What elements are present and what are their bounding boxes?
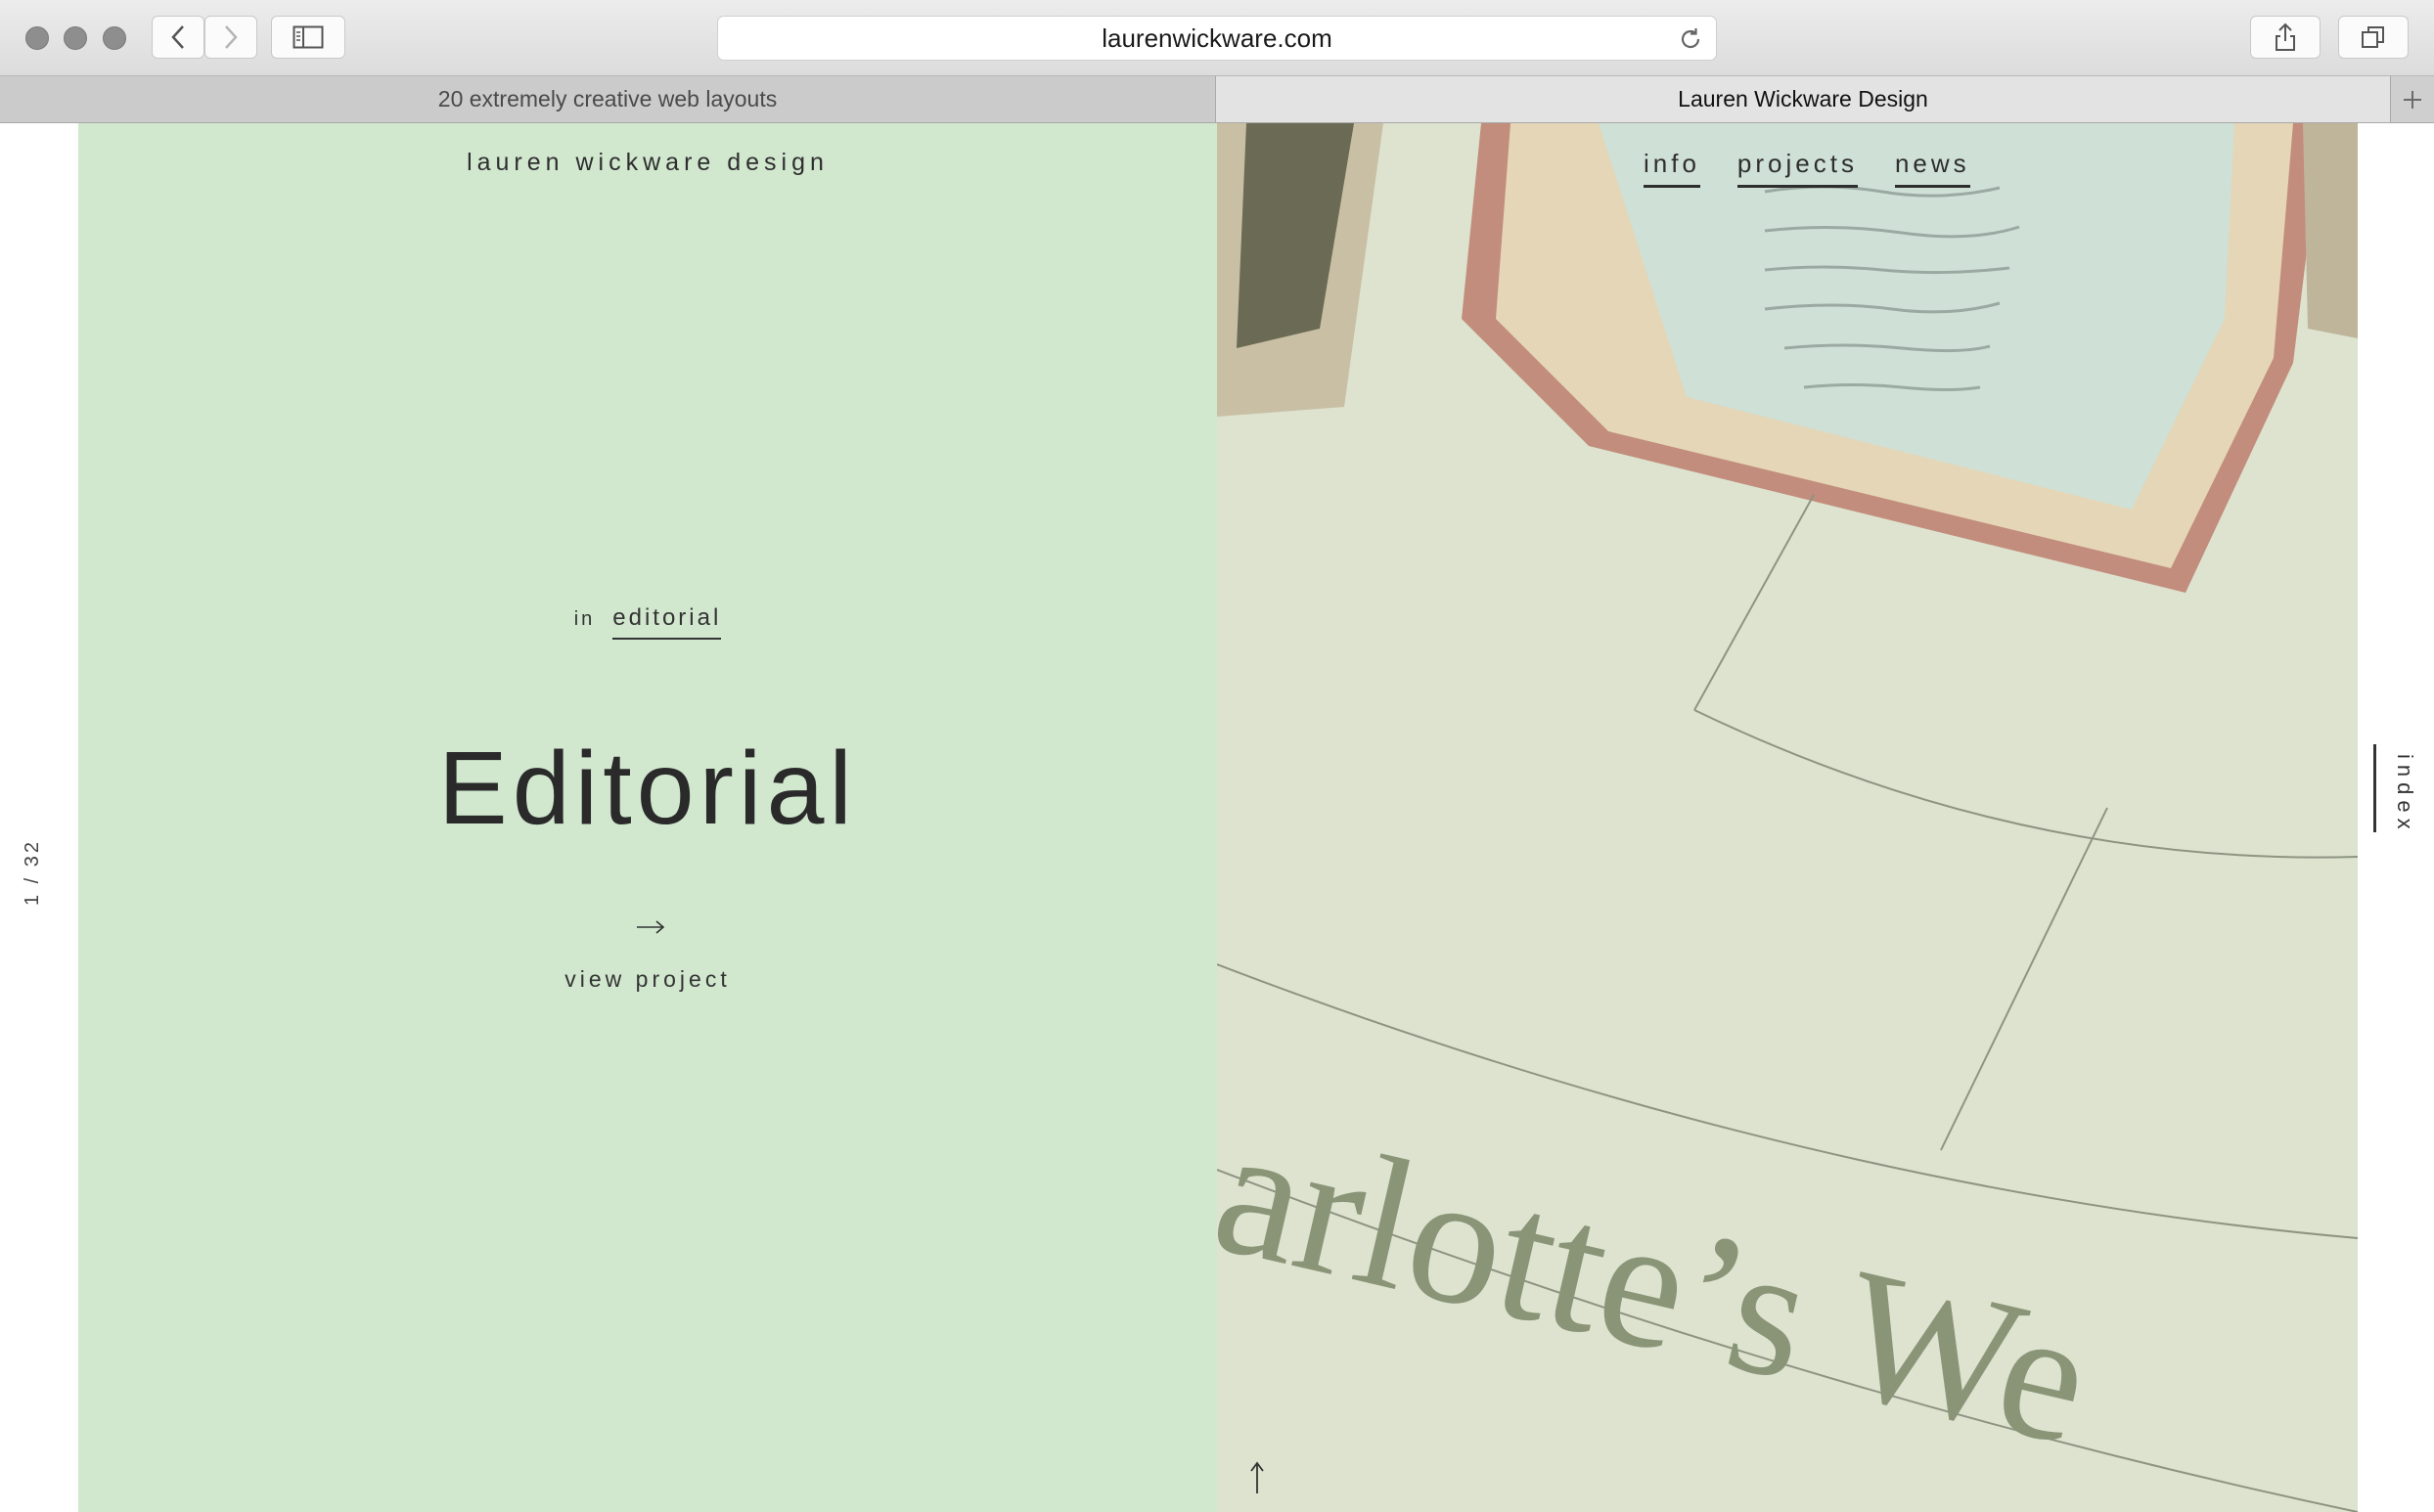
category-link[interactable]: editorial — [612, 604, 722, 640]
tab-bar: 20 extremely creative web layouts Lauren… — [0, 76, 2434, 123]
category-prefix: in — [573, 608, 596, 630]
left-gutter: 1 / 32 — [0, 123, 78, 1512]
address-bar[interactable]: laurenwickware.com — [717, 16, 1717, 61]
arrow-up-icon[interactable] — [1247, 1461, 1267, 1494]
forward-button[interactable] — [204, 16, 257, 59]
nav-projects[interactable]: projects — [1736, 149, 1858, 188]
slide-counter: 1 / 32 — [22, 730, 61, 925]
tab-creative-layouts[interactable]: 20 extremely creative web layouts — [0, 76, 1216, 122]
arrow-right-icon[interactable] — [636, 917, 665, 937]
url-text: laurenwickware.com — [1102, 22, 1332, 53]
charlottes-web-photo: arlotte’s We — [1217, 123, 2358, 1512]
project-panel: lauren wickware design in editorial Edito… — [78, 123, 1265, 1512]
new-tab-button[interactable] — [2390, 76, 2434, 122]
share-icon — [2276, 22, 2295, 51]
project-title: Editorial — [438, 731, 857, 846]
tab-overview-icon — [2362, 26, 2384, 48]
slide-counter-text: 1 / 32 — [22, 838, 43, 906]
index-label: index — [2393, 754, 2417, 835]
back-button[interactable] — [152, 16, 204, 59]
zoom-window-button[interactable] — [103, 26, 126, 50]
main-nav: info projects news — [1644, 149, 1970, 188]
sidebar-icon — [293, 25, 324, 49]
category-line: in editorial — [78, 604, 1217, 640]
tab-label: 20 extremely creative web layouts — [437, 86, 778, 111]
index-link[interactable]: index — [2373, 744, 2434, 835]
share-button[interactable] — [2250, 16, 2321, 59]
show-all-tabs-button[interactable] — [2338, 16, 2409, 59]
project-photo: arlotte’s We — [1217, 123, 2358, 1512]
chevron-right-icon — [225, 25, 238, 49]
nav-info[interactable]: info — [1644, 149, 1700, 188]
view-project-link[interactable]: view project — [78, 966, 1217, 993]
web-page: 1 / 32 lauren wickware design in editoria… — [0, 123, 2434, 1512]
browser-toolbar: laurenwickware.com — [0, 0, 2434, 76]
reload-icon[interactable] — [1677, 25, 1704, 53]
sidebar-toggle-button[interactable] — [271, 16, 345, 59]
chevron-left-icon — [171, 25, 184, 49]
site-logo[interactable]: lauren wickware design — [78, 149, 1217, 177]
close-window-button[interactable] — [25, 26, 49, 50]
minimize-window-button[interactable] — [64, 26, 87, 50]
plus-icon — [2404, 90, 2421, 109]
nav-news[interactable]: news — [1894, 149, 1970, 188]
tab-lauren-wickware[interactable]: Lauren Wickware Design — [1216, 76, 2390, 122]
tab-label: Lauren Wickware Design — [1678, 86, 1928, 111]
